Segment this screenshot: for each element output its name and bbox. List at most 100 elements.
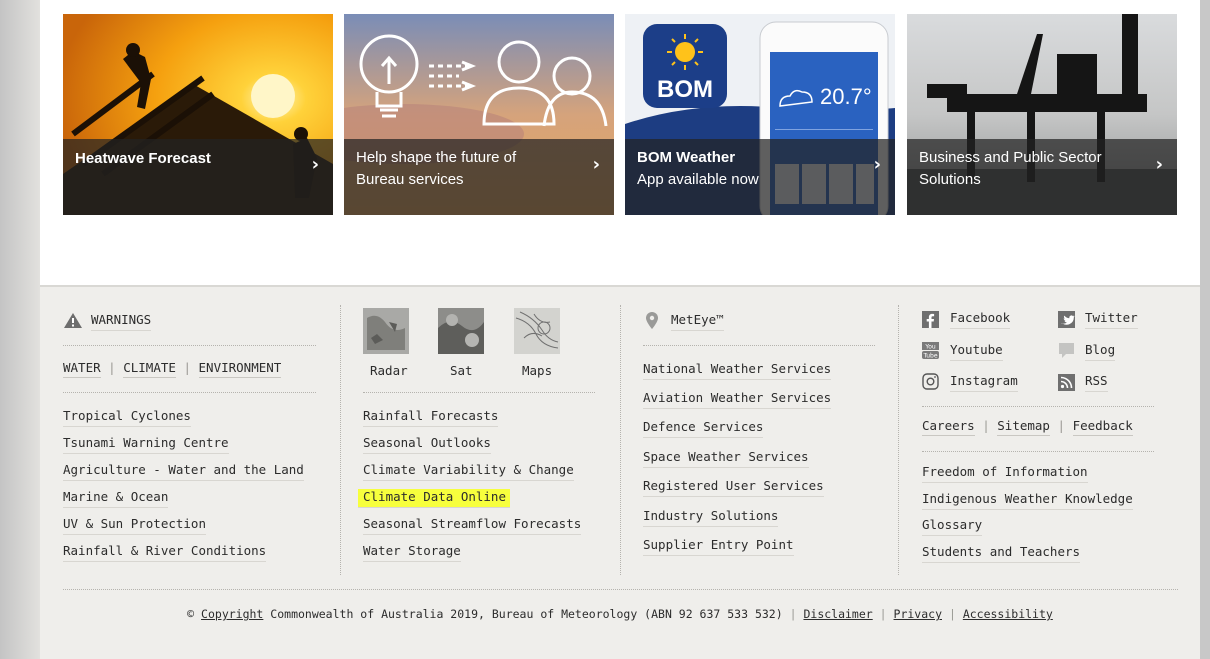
svg-text:You: You (924, 344, 936, 351)
tile-heatwave-forecast[interactable]: Heatwave Forecast › (63, 14, 333, 215)
footer-divider (63, 589, 1178, 590)
link-sitemap[interactable]: Sitemap (997, 418, 1050, 436)
social-blog[interactable]: Blog (1085, 342, 1116, 361)
separator: | (183, 360, 199, 375)
divider (363, 392, 595, 393)
chevron-right-icon: › (592, 154, 600, 175)
link-rainfall-forecasts[interactable]: Rainfall Forecasts (363, 408, 499, 427)
browser-left-margin (0, 0, 40, 659)
link-agriculture[interactable]: Agriculture - Water and the Land (63, 462, 304, 481)
link-tsunami-warning-centre[interactable]: Tsunami Warning Centre (63, 435, 229, 454)
link-careers[interactable]: Careers (922, 418, 975, 436)
satellite-thumbnail[interactable] (438, 308, 484, 354)
link-uv-sun[interactable]: UV & Sun Protection (63, 516, 206, 535)
app-temperature: 20.7° (820, 84, 872, 109)
link-rainfall-river[interactable]: Rainfall & River Conditions (63, 543, 267, 562)
link-tropical-cyclones[interactable]: Tropical Cyclones (63, 408, 191, 427)
link-national-weather[interactable]: National Weather Services (643, 361, 832, 380)
tile-title: Heatwave Forecast (75, 150, 211, 167)
tile-bom-weather-app[interactable]: BOM 20.7° BOM Weather App available now … (625, 14, 895, 215)
link-defence-services[interactable]: Defence Services (643, 419, 764, 438)
divider (922, 451, 1154, 452)
svg-text:Tube: Tube (922, 353, 937, 360)
link-water-storage[interactable]: Water Storage (363, 543, 461, 562)
link-seasonal-streamflow[interactable]: Seasonal Streamflow Forecasts (363, 516, 582, 535)
page: Heatwave Forecast › Help shape the futur… (40, 0, 1200, 659)
facebook-icon (922, 311, 939, 328)
separator: | (1057, 418, 1073, 433)
separator: | (879, 607, 887, 621)
social-youtube[interactable]: Youtube (950, 342, 1003, 361)
link-copyright[interactable]: Copyright (201, 607, 263, 621)
social-facebook[interactable]: Facebook (950, 310, 1011, 329)
social-twitter[interactable]: Twitter (1085, 310, 1138, 329)
divider (63, 392, 316, 393)
column-divider (898, 305, 899, 575)
column-divider (340, 305, 341, 575)
link-space-weather[interactable]: Space Weather Services (643, 449, 809, 468)
copyright-symbol: © (187, 607, 195, 621)
site-links: Careers | Sitemap | Feedback (922, 418, 1133, 436)
instagram-icon (922, 373, 939, 390)
tab-environment[interactable]: ENVIRONMENT (198, 360, 282, 378)
chevron-right-icon: › (1155, 154, 1163, 175)
divider (922, 406, 1154, 407)
warnings-link[interactable]: WARNINGS (91, 312, 152, 331)
tile-subtitle: Solutions (919, 171, 981, 188)
separator: | (948, 607, 956, 621)
link-indigenous-weather[interactable]: Indigenous Weather Knowledge (922, 491, 1133, 510)
link-industry-solutions[interactable]: Industry Solutions (643, 508, 779, 527)
link-supplier-entry[interactable]: Supplier Entry Point (643, 537, 794, 556)
rss-icon (1058, 374, 1075, 391)
tile-caption: Help shape the future of Bureau services (356, 147, 571, 191)
radar-label[interactable]: Radar (370, 363, 408, 378)
link-climate-data-online[interactable]: Climate Data Online (358, 489, 510, 508)
link-marine-ocean[interactable]: Marine & Ocean (63, 489, 169, 508)
warning-icon (64, 313, 82, 328)
link-glossary[interactable]: Glossary (922, 517, 983, 536)
column-divider (620, 305, 621, 575)
youtube-icon: You Tube (922, 342, 939, 359)
tile-subtitle: App available now (637, 171, 759, 188)
link-accessibility[interactable]: Accessibility (963, 607, 1053, 621)
twitter-icon (1058, 311, 1075, 328)
link-seasonal-outlooks[interactable]: Seasonal Outlooks (363, 435, 491, 454)
link-climate-variability[interactable]: Climate Variability & Change (363, 462, 574, 481)
radar-thumbnail[interactable] (363, 308, 409, 354)
tile-title: BOM Weather (637, 149, 736, 166)
tile-business-public-sector[interactable]: Business and Public Sector Solutions › (907, 14, 1177, 215)
divider (643, 345, 875, 346)
sat-label[interactable]: Sat (450, 363, 473, 378)
tab-climate[interactable]: CLIMATE (123, 360, 176, 378)
separator: | (982, 418, 998, 433)
tile-caption: Heatwave Forecast (75, 148, 290, 170)
social-instagram[interactable]: Instagram (950, 373, 1018, 392)
tab-water[interactable]: WATER (63, 360, 101, 378)
maps-thumbnail[interactable] (514, 308, 560, 354)
tile-title: Help shape the future of (356, 149, 517, 166)
chevron-right-icon: › (873, 154, 881, 175)
link-registered-user[interactable]: Registered User Services (643, 478, 824, 497)
meteye-link[interactable]: MetEye™ (671, 312, 724, 331)
category-tabs: WATER | CLIMATE | ENVIRONMENT (63, 360, 282, 378)
separator: | (108, 360, 124, 375)
separator: | (789, 607, 797, 621)
social-rss[interactable]: RSS (1085, 373, 1108, 392)
tile-subtitle: Bureau services (356, 171, 464, 188)
link-feedback[interactable]: Feedback (1072, 418, 1133, 436)
tile-caption: Business and Public Sector Solutions (919, 147, 1134, 191)
copyright-bar: © Copyright Commonwealth of Australia 20… (40, 607, 1200, 621)
tile-caption: BOM Weather App available now (637, 147, 852, 191)
blog-icon (1059, 343, 1074, 358)
copyright-text: Commonwealth of Australia 2019, Bureau o… (270, 607, 783, 621)
bom-app-logo: BOM (657, 76, 713, 103)
link-privacy[interactable]: Privacy (894, 607, 942, 621)
divider (63, 345, 316, 346)
tile-title: Business and Public Sector (919, 149, 1102, 166)
link-students-teachers[interactable]: Students and Teachers (922, 544, 1081, 563)
tile-help-shape-future[interactable]: Help shape the future of Bureau services… (344, 14, 614, 215)
maps-label[interactable]: Maps (522, 363, 552, 378)
link-disclaimer[interactable]: Disclaimer (803, 607, 872, 621)
link-freedom-of-information[interactable]: Freedom of Information (922, 464, 1088, 483)
link-aviation-weather[interactable]: Aviation Weather Services (643, 390, 832, 409)
